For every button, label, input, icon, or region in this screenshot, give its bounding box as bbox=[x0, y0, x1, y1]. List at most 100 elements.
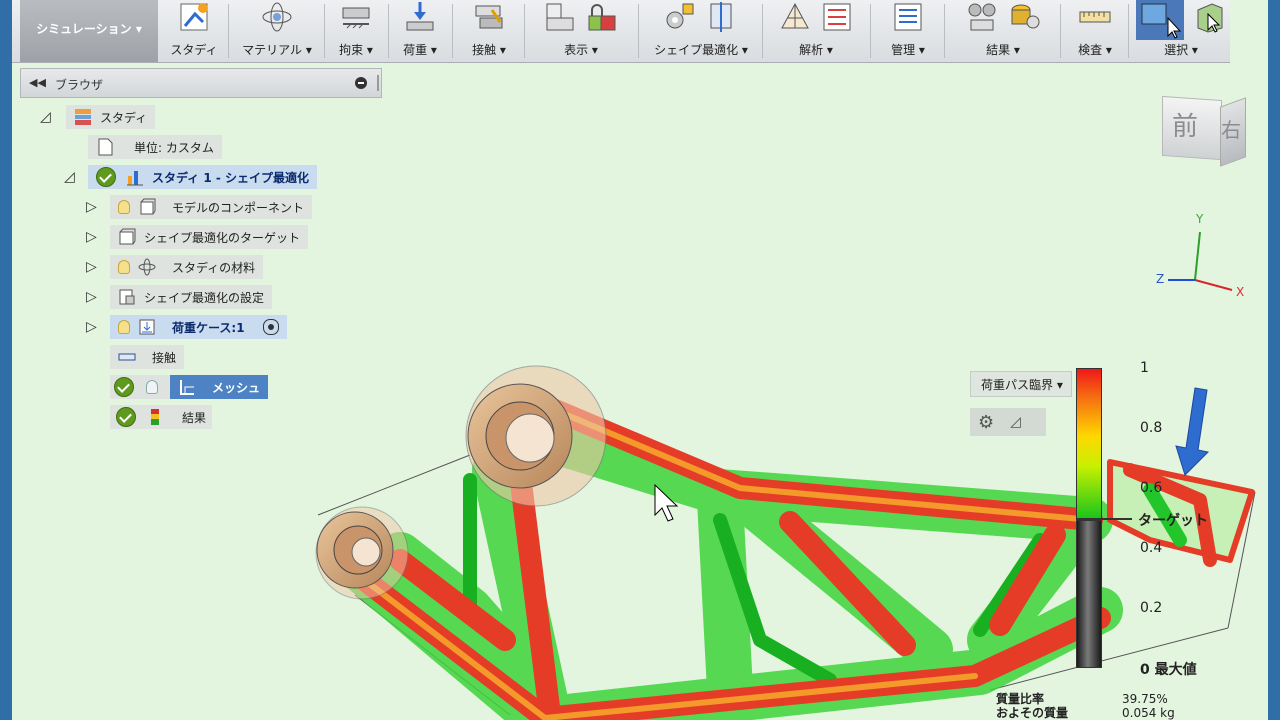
expand-triangle-icon[interactable]: ▷ bbox=[86, 199, 104, 215]
tb-separator bbox=[524, 4, 525, 58]
select-icon bbox=[1136, 0, 1184, 40]
lightbulb-icon[interactable] bbox=[118, 200, 130, 214]
lightbulb-icon[interactable] bbox=[118, 260, 130, 274]
study-stack-icon bbox=[75, 109, 91, 125]
component-box-icon bbox=[140, 198, 156, 215]
study-icon bbox=[180, 3, 208, 31]
legend-tick: 0.6 bbox=[1140, 480, 1163, 496]
tb-separator bbox=[452, 4, 453, 58]
contact-small-icon bbox=[118, 353, 136, 361]
tree-node-units[interactable]: 単位: カスタム bbox=[88, 135, 222, 159]
tb-separator bbox=[388, 4, 389, 58]
settings-list-icon bbox=[894, 3, 922, 31]
symmetry-plane-icon bbox=[710, 2, 732, 32]
legend-tick: 0.8 bbox=[1140, 420, 1163, 436]
tb-loads[interactable]: 荷重 ▾ bbox=[392, 0, 448, 62]
target-line bbox=[1076, 518, 1132, 520]
preserve-region-icon bbox=[666, 3, 694, 29]
tb-manage[interactable]: 管理 ▾ bbox=[874, 0, 942, 62]
tb-separator bbox=[944, 4, 945, 58]
mesh-icon bbox=[781, 2, 809, 29]
view-cube-front[interactable]: 前 bbox=[1172, 106, 1198, 143]
tb-contacts[interactable]: 接触 ▾ bbox=[456, 0, 522, 62]
tree-node-results[interactable]: 結果 bbox=[110, 405, 213, 429]
expand-triangle-icon[interactable]: ▷ bbox=[86, 289, 104, 305]
collapse-triangle-icon[interactable]: ◿ bbox=[40, 109, 58, 125]
material-icon bbox=[262, 2, 292, 32]
panel-grip[interactable] bbox=[377, 75, 379, 91]
tree-node-settings[interactable]: ▷ シェイプ最適化の設定 bbox=[86, 285, 273, 309]
tb-display[interactable]: 表示 ▾ bbox=[528, 0, 634, 62]
tb-loads-label: 荷重 ▾ bbox=[403, 43, 437, 57]
tb-solve[interactable]: 解析 ▾ bbox=[766, 0, 866, 62]
lightbulb-icon[interactable] bbox=[146, 380, 158, 394]
tree-label: 単位: カスタム bbox=[134, 140, 214, 155]
document-icon bbox=[98, 138, 113, 156]
tree-node-material[interactable]: ▷ スタディの材料 bbox=[86, 255, 264, 279]
tree-node-contact[interactable]: 接触 bbox=[110, 345, 185, 369]
check-icon bbox=[114, 377, 134, 397]
tree-node-target[interactable]: ▷ シェイプ最適化のターゲット bbox=[86, 225, 309, 249]
lightbulb-icon[interactable] bbox=[118, 320, 130, 334]
tb-study[interactable]: スタディ bbox=[162, 0, 226, 62]
collapse-triangle-icon[interactable]: ◿ bbox=[64, 169, 82, 185]
tree-node-mesh[interactable]: メッシュ bbox=[110, 375, 269, 399]
legend-target-label: ターゲット bbox=[1138, 513, 1208, 529]
material-atom-icon bbox=[138, 258, 156, 276]
tb-inspect-label: 検査 ▾ bbox=[1078, 43, 1112, 57]
load-arrow bbox=[1175, 387, 1210, 476]
legend-tick: 1 bbox=[1140, 360, 1149, 376]
tb-inspect[interactable]: 検査 ▾ bbox=[1064, 0, 1126, 62]
tb-select-label: 選択 ▾ bbox=[1164, 43, 1198, 57]
tb-results-label: 結果 ▾ bbox=[986, 43, 1020, 57]
expand-triangle-icon[interactable]: ▷ bbox=[86, 259, 104, 275]
ribbon-toolbar: シミュレーション ▾ スタディ マテリアル ▾ 拘束 ▾ 荷重 ▾ 接触 ▾ 表… bbox=[12, 0, 1230, 63]
tb-constraints[interactable]: 拘束 ▾ bbox=[328, 0, 384, 62]
boss-large bbox=[465, 365, 607, 507]
tb-material[interactable]: マテリアル ▾ bbox=[232, 0, 322, 62]
browser-title: ブラウザ bbox=[55, 78, 104, 92]
tree-node-components[interactable]: ▷ モデルのコンポーネント bbox=[86, 195, 313, 219]
workspace-switcher[interactable]: シミュレーション ▾ bbox=[20, 0, 158, 62]
collapse-arrows-icon[interactable]: ◀◀ bbox=[29, 76, 46, 89]
view-cube[interactable]: 前 右 bbox=[1158, 88, 1246, 168]
precheck-icon bbox=[823, 3, 851, 31]
boss-small bbox=[315, 506, 409, 600]
check-icon bbox=[96, 167, 116, 187]
legend-tick: 0.4 bbox=[1140, 540, 1163, 556]
expand-triangle-icon[interactable]: ▷ bbox=[86, 319, 104, 335]
tb-shape-optimization[interactable]: シェイプ最適化 ▾ bbox=[642, 0, 760, 62]
results-gradient-icon bbox=[151, 409, 159, 425]
tb-separator bbox=[638, 4, 639, 58]
result-type-label: 荷重パス臨界 ▾ bbox=[981, 377, 1063, 392]
view-cube-right[interactable]: 右 bbox=[1221, 114, 1241, 143]
tb-results[interactable]: 結果 ▾ bbox=[948, 0, 1058, 62]
tree-node-load-case[interactable]: ▷ 荷重ケース:1 bbox=[86, 315, 287, 339]
shape-optimization-icon bbox=[127, 171, 143, 186]
result-type-dropdown[interactable]: 荷重パス臨界 ▾ bbox=[970, 371, 1072, 397]
contact-icon bbox=[475, 5, 503, 29]
tree-label: 結果 bbox=[182, 410, 207, 425]
select-box-icon bbox=[1197, 3, 1223, 33]
compare-icon bbox=[1011, 4, 1040, 29]
tree-node-study1[interactable]: ◿ スタディ 1 - シェイプ最適化 bbox=[64, 165, 318, 189]
browser-minimize-icon[interactable] bbox=[355, 77, 367, 89]
mass-label: およその質量 bbox=[996, 706, 1069, 720]
active-radio-icon[interactable] bbox=[262, 319, 279, 335]
legend-toggle-icon[interactable]: ◿ bbox=[1010, 414, 1021, 430]
tree-label: 接触 bbox=[152, 350, 177, 365]
mass-value: 0.054 kg bbox=[1122, 706, 1175, 720]
mass-stats: 質量比率 39.75% およその質量 0.054 kg bbox=[996, 692, 1175, 720]
tree-label: メッシュ bbox=[212, 380, 261, 395]
axis-label-y: Y bbox=[1196, 212, 1204, 226]
tb-separator bbox=[870, 4, 871, 58]
load-icon bbox=[406, 2, 434, 31]
expand-triangle-icon[interactable]: ▷ bbox=[86, 229, 104, 245]
tb-separator bbox=[762, 4, 763, 58]
tree-label: 荷重ケース:1 bbox=[172, 320, 245, 335]
lock-display-icon bbox=[588, 4, 616, 31]
load-case-icon bbox=[139, 319, 155, 335]
gear-icon[interactable]: ⚙ bbox=[978, 412, 994, 433]
tb-select[interactable]: 選択 ▾ bbox=[1132, 0, 1230, 62]
tree-node-study-root[interactable]: ◿ スタディ bbox=[40, 105, 156, 129]
